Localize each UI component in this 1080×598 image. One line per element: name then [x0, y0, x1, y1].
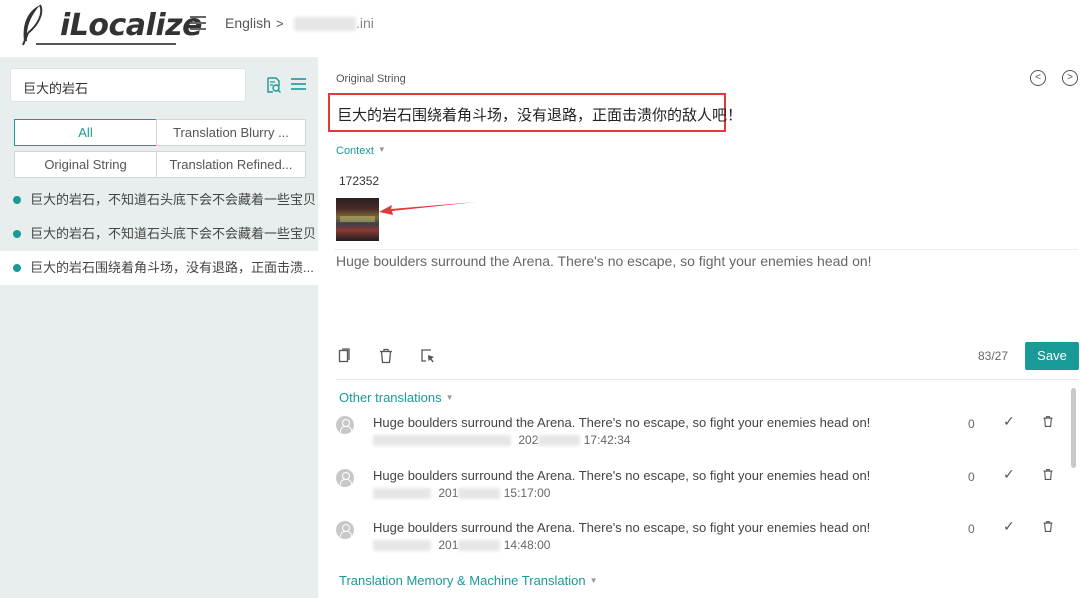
other-translations-label: Other translations [339, 390, 442, 405]
translation-row-date: 201 [438, 486, 459, 500]
translation-row-date: 202 [518, 433, 539, 447]
redacted-date [538, 435, 581, 447]
status-dot [13, 230, 21, 238]
trash-icon[interactable] [1042, 415, 1054, 428]
previous-icon[interactable]: < [1030, 70, 1046, 86]
breadcrumb-file[interactable]: .ini [294, 15, 374, 32]
trash-icon[interactable] [1042, 468, 1054, 481]
translation-row-time: 17:42:34 [583, 433, 631, 447]
divider [336, 379, 1078, 380]
user-avatar-icon [336, 521, 354, 539]
app-header: iLocalize English > .ini [0, 0, 1080, 57]
chevron-down-icon: ▼ [589, 576, 598, 585]
list-icon[interactable] [291, 77, 306, 91]
translation-input[interactable]: Huge boulders surround the Arena. There'… [336, 253, 872, 269]
filter-original-string[interactable]: Original String [14, 151, 157, 178]
translation-row-text: Huge boulders surround the Arena. There'… [373, 468, 871, 483]
context-toggle[interactable]: Context ▼ [336, 145, 386, 157]
tm-mt-label: Translation Memory & Machine Translation [339, 573, 586, 588]
user-avatar-icon [336, 469, 354, 487]
status-dot [13, 264, 21, 272]
context-screenshot[interactable] [336, 198, 379, 241]
feather-icon [22, 4, 43, 46]
original-string-text: 巨大的岩石围绕着角斗场，没有退路，正面击溃你的敌人吧！ [328, 93, 742, 132]
approve-check-icon[interactable]: ✓ [1003, 518, 1015, 535]
chevron-down-icon: ▼ [445, 393, 454, 402]
breadcrumb-file-suffix: .ini [356, 15, 374, 31]
list-item-selected[interactable]: 巨大的岩石围绕着角斗场，没有退路，正面击溃... [0, 251, 318, 285]
tm-mt-toggle[interactable]: Translation Memory & Machine Translation… [339, 573, 598, 588]
list-item-label: 巨大的岩石，不知道石头底下会不会藏着一些宝贝 [30, 226, 317, 241]
approve-check-icon[interactable]: ✓ [1003, 466, 1015, 483]
filter-all[interactable]: All [14, 119, 157, 146]
vote-count: 0 [968, 522, 975, 536]
list-item[interactable]: 巨大的岩石，不知道石头底下会不会藏着一些宝贝 [0, 217, 318, 251]
translation-row-meta: 201 15:17:00 [373, 486, 550, 500]
search-document-icon[interactable] [266, 77, 282, 94]
next-icon[interactable]: > [1062, 70, 1078, 86]
filter-translation-blurry[interactable]: Translation Blurry ... [156, 119, 306, 146]
translation-row-date: 201 [438, 538, 459, 552]
select-cursor-icon[interactable] [420, 348, 436, 364]
search-input[interactable]: 巨大的岩石 [10, 68, 246, 102]
translation-row-meta: 202 17:42:34 [373, 433, 630, 447]
copy-icon[interactable] [336, 348, 352, 364]
logo-underline [36, 43, 176, 45]
vote-count: 0 [968, 470, 975, 484]
approve-check-icon[interactable]: ✓ [1003, 413, 1015, 430]
redacted-date [458, 540, 501, 552]
redacted-filename [294, 17, 356, 32]
trash-icon[interactable] [1042, 520, 1054, 533]
sidebar: 巨大的岩石 All Translation Blurry ... Origina… [0, 57, 318, 598]
chevron-down-icon: ▼ [377, 145, 386, 154]
translation-row-time: 14:48:00 [503, 538, 551, 552]
list-item[interactable]: 巨大的岩石，不知道石头底下会不会藏着一些宝贝 [0, 183, 318, 217]
character-counter: 83/27 [978, 349, 1009, 363]
translation-row-text: Huge boulders surround the Arena. There'… [373, 415, 871, 430]
translation-row: Huge boulders surround the Arena. There'… [336, 518, 1076, 566]
original-string-label: Original String [336, 73, 406, 85]
annotation-arrow [379, 202, 476, 215]
list-item-label: 巨大的岩石围绕着角斗场，没有退路，正面击溃... [30, 260, 314, 275]
user-avatar-icon [336, 416, 354, 434]
menu-icon[interactable] [190, 16, 206, 30]
redacted-username [373, 488, 431, 500]
context-label: Context [336, 145, 374, 157]
breadcrumb-language[interactable]: English [225, 15, 271, 31]
trash-icon[interactable] [378, 348, 394, 364]
redacted-username [373, 435, 511, 447]
ilocalize-logo[interactable]: iLocalize [18, 3, 202, 53]
status-dot [13, 196, 21, 204]
divider [334, 249, 1078, 250]
translation-row: Huge boulders surround the Arena. There'… [336, 413, 1076, 461]
logo-text: iLocalize [60, 8, 202, 43]
translation-row-text: Huge boulders surround the Arena. There'… [373, 520, 871, 535]
breadcrumb-separator: > [276, 16, 284, 31]
translation-row-time: 15:17:00 [503, 486, 551, 500]
translation-row: Huge boulders surround the Arena. There'… [336, 466, 1076, 514]
save-button[interactable]: Save [1025, 342, 1079, 370]
redacted-date [458, 488, 501, 500]
other-translations-toggle[interactable]: Other translations ▼ [339, 390, 454, 405]
redacted-username [373, 540, 431, 552]
editor-panel: Original String < > 巨大的岩石围绕着角斗场，没有退路，正面击… [318, 57, 1080, 598]
translation-row-meta: 201 14:48:00 [373, 538, 550, 552]
vote-count: 0 [968, 417, 975, 431]
filter-translation-refined[interactable]: Translation Refined... [156, 151, 306, 178]
list-item-label: 巨大的岩石，不知道石头底下会不会藏着一些宝贝 [30, 192, 317, 207]
context-id: 172352 [339, 174, 380, 188]
